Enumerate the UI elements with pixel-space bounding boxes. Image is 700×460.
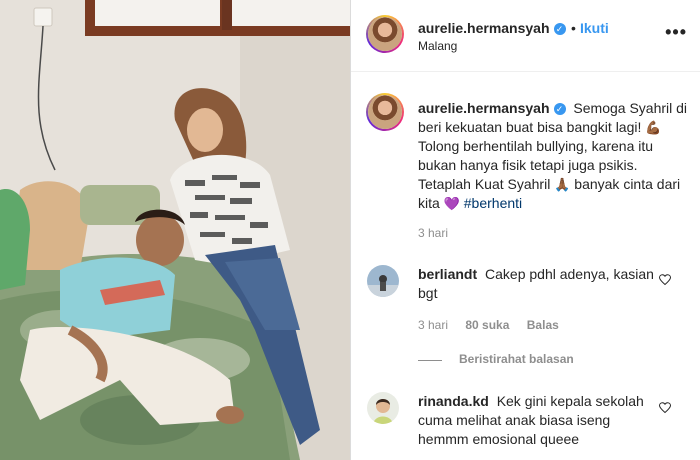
comment-username[interactable]: berliandt [418, 266, 477, 282]
verified-badge-icon: ✓ [553, 23, 566, 35]
author-username[interactable]: aurelie.hermansyah ✓ [418, 20, 566, 36]
flexed-biceps-emoji: 💪🏾 [645, 120, 662, 135]
heart-outline-icon[interactable] [659, 274, 671, 286]
comment-timestamp[interactable]: 3 hari [418, 318, 448, 332]
view-replies-button[interactable]: Beristirahat balasan [459, 352, 574, 366]
post-header: aurelie.hermansyah ✓ • Ikuti Malang ••• [351, 0, 700, 72]
caption-timestamp[interactable]: 3 hari [418, 226, 448, 240]
heart-outline-icon[interactable] [659, 402, 671, 414]
caption-text: aurelie.hermansyah ✓ Semoga Syahril di be… [418, 99, 688, 213]
comment-text: rinanda.kd Kek gini kepala sekolah cuma … [418, 392, 663, 449]
replies-divider [418, 360, 442, 361]
post-image [0, 0, 350, 460]
author-avatar[interactable] [366, 15, 404, 53]
hashtag-link[interactable]: #berhenti [464, 195, 522, 211]
comment-like-count[interactable]: 80 suka [465, 318, 509, 332]
comment-meta: 3 hari 80 suka Balas [418, 318, 573, 332]
verified-badge-icon: ✓ [553, 103, 566, 115]
caption-author-avatar[interactable] [366, 93, 404, 131]
post-photo[interactable] [0, 0, 350, 460]
caption-username[interactable]: aurelie.hermansyah ✓ [418, 100, 566, 116]
folded-hands-emoji: 🙏🏾 [554, 177, 571, 192]
comment-text: berliandt Cakep pdhl adenya, kasian bgt [418, 265, 663, 303]
commenter-avatar[interactable] [367, 265, 399, 297]
follow-button[interactable]: Ikuti [580, 20, 609, 36]
more-options-icon[interactable]: ••• [665, 22, 687, 43]
commenter-avatar[interactable] [367, 392, 399, 424]
post-side-panel: aurelie.hermansyah ✓ • Ikuti Malang ••• a… [350, 0, 700, 460]
reply-button[interactable]: Balas [527, 318, 559, 332]
post-location[interactable]: Malang [418, 39, 457, 53]
separator-dot: • [571, 20, 576, 36]
comment-username[interactable]: rinanda.kd [418, 393, 489, 409]
purple-heart-emoji: 💜 [443, 196, 460, 211]
